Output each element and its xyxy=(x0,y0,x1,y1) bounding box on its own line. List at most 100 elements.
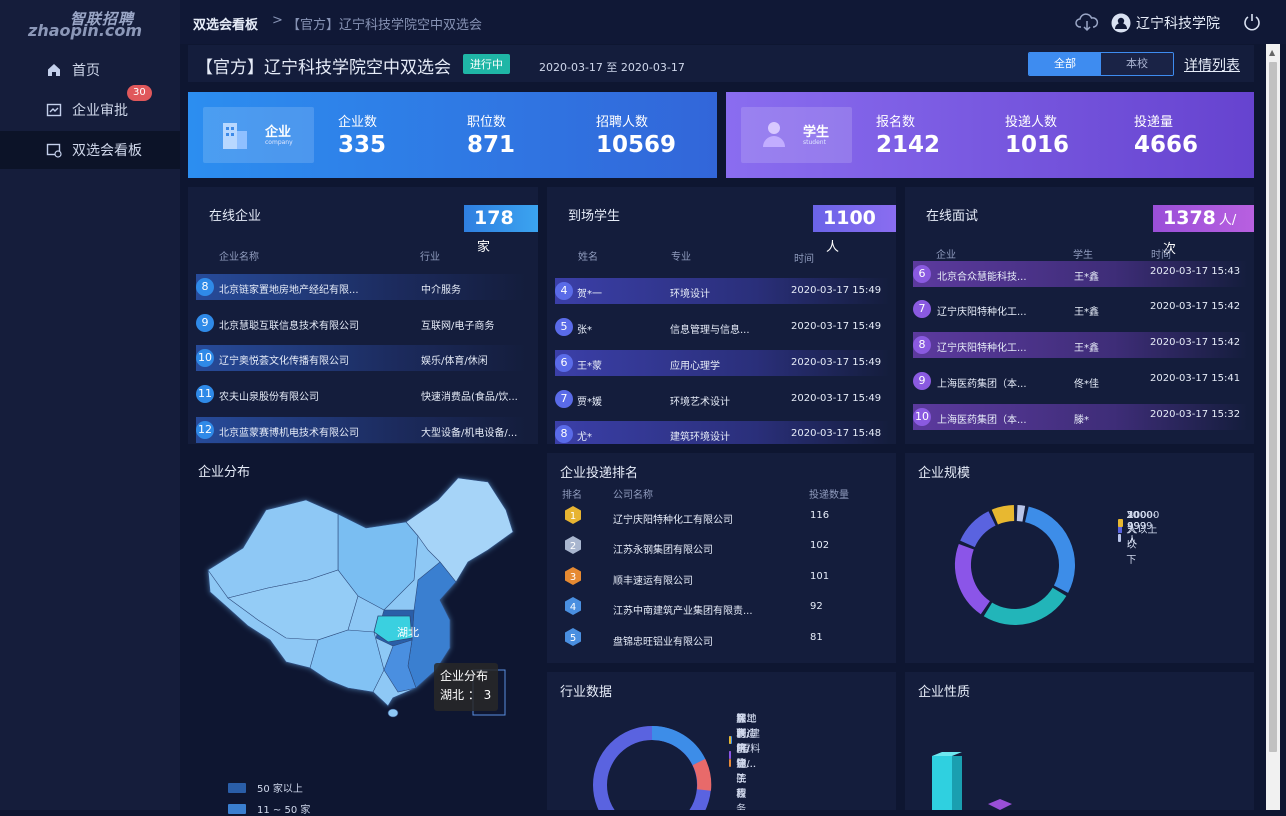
student-major: 环境艺术设计 xyxy=(670,397,730,408)
sidebar-item-home[interactable]: 首页 xyxy=(0,51,180,89)
table-row[interactable]: 8 北京链家置地房地产经纪有限... 中介服务 xyxy=(196,274,526,300)
rank-medal-icon: 4 xyxy=(565,597,581,615)
sidebar-item-label: 双选会看板 xyxy=(72,143,142,159)
zhaopin-logo[interactable]: 智联招聘 zhaopin.com xyxy=(28,8,142,42)
sidebar-item-company-approval[interactable]: 企业审批 30 xyxy=(0,85,180,129)
user-name: 辽宁科技学院 xyxy=(1136,16,1220,32)
rank-row[interactable]: 1 辽宁庆阳特种化工有限公司 116 xyxy=(562,505,882,529)
scroll-up-arrow[interactable]: ▲ xyxy=(1269,48,1275,57)
rank-count: 102 xyxy=(810,540,830,551)
power-icon[interactable] xyxy=(1242,12,1262,32)
table-row[interactable]: 10 辽宁奥悦荟文化传播有限公司 娱乐/体育/休闲 xyxy=(196,345,526,371)
fair-date-range: 2020-03-17 至 2020-03-17 xyxy=(539,61,685,74)
avatar-icon xyxy=(1111,13,1131,33)
row-number: 7 xyxy=(913,300,931,318)
column-header: 时间 xyxy=(1151,250,1171,261)
company-industry: 中介服务 xyxy=(421,285,461,296)
logo-en: zhaopin.com xyxy=(28,21,143,40)
table-row[interactable]: 12 北京蓝蒙赛博机电技术有限公司 大型设备/机电设备/... xyxy=(196,417,526,443)
table-row[interactable]: 8 尤* 建筑环境设计 2020-03-17 15:48 xyxy=(555,421,890,444)
size-slice-4[interactable] xyxy=(991,505,1015,525)
interview-student: 王*鑫 xyxy=(1074,307,1099,318)
legend-swatch xyxy=(729,758,732,767)
chart-icon xyxy=(46,103,62,117)
company-size-donut[interactable] xyxy=(950,500,1080,630)
rank-company-name: 盘锦忠旺铝业有限公司 xyxy=(613,637,713,648)
interview-company: 辽宁庆阳特种化工... xyxy=(937,307,1027,318)
map-legend-item[interactable]: 11 ~ 50 家 xyxy=(228,801,310,816)
size-slice-3[interactable] xyxy=(960,511,996,548)
student-icon-box: 学生 student xyxy=(741,107,852,163)
size-slice-0[interactable] xyxy=(1024,506,1075,593)
column-header: 企业名称 xyxy=(219,252,259,263)
table-row[interactable]: 7 辽宁庆阳特种化工... 王*鑫 2020-03-17 15:42 xyxy=(913,296,1248,322)
stat-label: 企业数 xyxy=(338,115,378,130)
region-hainan[interactable] xyxy=(387,708,399,718)
stat-hiring-count: 招聘人数 10569 xyxy=(596,111,676,158)
page-scrollbar[interactable]: ▲ xyxy=(1266,44,1280,810)
row-number: 4 xyxy=(555,282,573,300)
table-row[interactable]: 5 张* 信息管理与信息... 2020-03-17 15:49 xyxy=(555,314,890,340)
company-nature-bar-chart[interactable] xyxy=(930,750,1040,810)
fair-title: 【官方】辽宁科技学院空中双选会 xyxy=(196,58,451,78)
filter-school-button[interactable]: 本校 xyxy=(1101,53,1173,75)
sidebar-item-label: 首页 xyxy=(72,63,100,79)
table-row[interactable]: 10 上海医药集团（本... 滕* 2020-03-17 15:32 xyxy=(913,404,1248,430)
scroll-thumb[interactable] xyxy=(1269,62,1277,752)
rank-row[interactable]: 3 顺丰速运有限公司 101 xyxy=(562,566,882,590)
industry-slice-education[interactable] xyxy=(692,758,712,791)
region-southwest[interactable] xyxy=(309,629,385,693)
size-slice-2[interactable] xyxy=(955,543,991,615)
detail-list-link[interactable]: 详情列表 xyxy=(1184,55,1240,75)
interview-company: 北京合众慧能科技... xyxy=(937,272,1027,283)
industry-donut[interactable] xyxy=(587,720,717,810)
arrival-time: 2020-03-17 15:48 xyxy=(791,428,882,439)
company-stats-card: 企业 company 企业数 335 职位数 871 招聘人数 10569 xyxy=(188,92,717,178)
rank-row[interactable]: 5 盘锦忠旺铝业有限公司 81 xyxy=(562,627,882,651)
nature-bar[interactable] xyxy=(988,799,1012,810)
size-slice-1[interactable] xyxy=(983,587,1067,625)
size-slice-5[interactable] xyxy=(1016,505,1026,522)
table-row[interactable]: 8 辽宁庆阳特种化工... 王*鑫 2020-03-17 15:42 xyxy=(913,332,1248,358)
table-row[interactable]: 9 上海医药集团（本... 佟*佳 2020-03-17 15:41 xyxy=(913,368,1248,394)
table-row[interactable]: 6 王*蒙 应用心理学 2020-03-17 15:49 xyxy=(555,350,890,376)
row-number: 6 xyxy=(913,265,931,283)
sidebar-item-fair-board[interactable]: 双选会看板 xyxy=(0,131,180,169)
count-unit: 人 xyxy=(826,240,840,255)
filter-all-button[interactable]: 全部 xyxy=(1029,53,1101,75)
breadcrumb-root[interactable]: 双选会看板 xyxy=(193,14,258,33)
rank-company-name: 江苏中南建筑产业集团有限责... xyxy=(613,606,753,617)
arrival-time: 2020-03-17 15:49 xyxy=(791,285,882,296)
rank-number: 5 xyxy=(570,633,576,644)
table-row[interactable]: 4 贺*一 环境设计 2020-03-17 15:49 xyxy=(555,278,890,304)
cloud-download-icon[interactable] xyxy=(1075,12,1099,32)
rank-row[interactable]: 2 江苏永钢集团有限公司 102 xyxy=(562,535,882,559)
rank-number: 4 xyxy=(570,602,576,613)
rank-company-name: 顺丰速运有限公司 xyxy=(613,576,693,587)
nature-bar-top xyxy=(932,752,962,756)
stat-signup-count: 报名数 2142 xyxy=(876,111,940,158)
count-value: 178 xyxy=(474,207,514,229)
stat-label: 报名数 xyxy=(876,115,916,130)
student-major: 环境设计 xyxy=(670,289,710,300)
delivery-rank-panel: 企业投递排名 排名 公司名称 投递数量 1 辽宁庆阳特种化工有限公司 116 2… xyxy=(547,453,896,663)
stat-label: 投递量 xyxy=(1134,115,1174,130)
arrival-time: 2020-03-17 15:49 xyxy=(791,357,882,368)
interview-company: 上海医药集团（本... xyxy=(937,415,1027,426)
breadcrumb-separator: > xyxy=(272,13,283,28)
user-menu[interactable]: 辽宁科技学院 xyxy=(1111,13,1220,33)
industry-slice-realestate[interactable] xyxy=(651,725,706,766)
legend-item[interactable]: 20人以下 xyxy=(1118,510,1144,566)
stat-label: 职位数 xyxy=(467,115,507,130)
sidebar-item-label: 企业审批 xyxy=(72,103,128,119)
nature-bar[interactable] xyxy=(932,756,952,810)
map-legend-item[interactable]: 50 家以上 xyxy=(228,780,303,795)
table-row[interactable]: 7 贾*媛 环境艺术设计 2020-03-17 15:49 xyxy=(555,386,890,412)
table-row[interactable]: 6 北京合众慧能科技... 王*鑫 2020-03-17 15:43 xyxy=(913,261,1248,287)
table-row[interactable]: 11 农夫山泉股份有限公司 快速消费品(食品/饮... xyxy=(196,381,526,407)
arrival-time: 2020-03-17 15:49 xyxy=(791,321,882,332)
legend-item[interactable]: 互联网/电子商务 xyxy=(729,710,755,810)
table-row[interactable]: 9 北京慧聪互联信息技术有限公司 互联网/电子商务 xyxy=(196,310,526,336)
rank-row[interactable]: 4 江苏中南建筑产业集团有限责... 92 xyxy=(562,596,882,620)
count-value: 1378 xyxy=(1163,207,1216,229)
